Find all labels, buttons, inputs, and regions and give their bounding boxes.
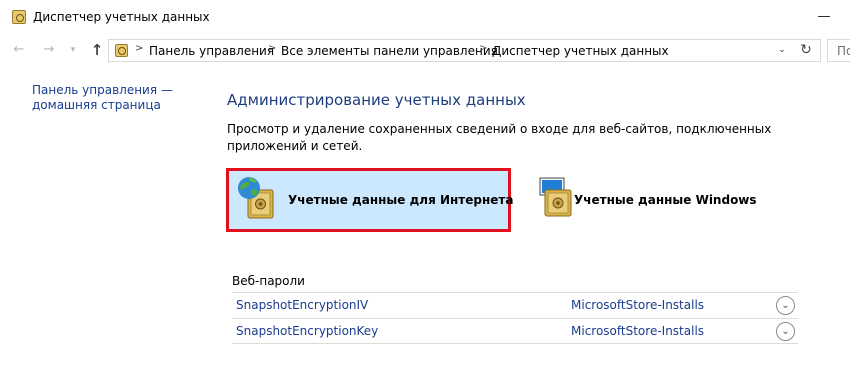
breadcrumb-all-items[interactable]: Все элементы панели управления [281,44,498,58]
web-credentials-tile[interactable]: Учетные данные для Интернета [226,168,514,232]
windows-credentials-icon [539,177,572,217]
address-bar[interactable]: > Панель управления > Все элементы панел… [108,39,821,62]
sidebar: Панель управления — домашняя страница [0,64,210,380]
arrow-right-icon[interactable]: → [40,41,58,59]
list-item[interactable]: SnapshotEncryptionKey MicrosoftStore-Ins… [232,318,798,344]
main-content: Администрирование учетных данных Просмот… [210,64,850,380]
credential-source: MicrosoftStore-Installs [571,298,705,312]
chevron-right-icon[interactable]: > [135,43,143,54]
web-credentials-label: Учетные данные для Интернета [288,193,514,207]
windows-credentials-label: Учетные данные Windows [574,193,757,207]
page-description: Просмотр и удаление сохраненных сведений… [227,122,772,153]
window-title: Диспетчер учетных данных [33,10,210,24]
list-item[interactable]: SnapshotEncryptionIV MicrosoftStore-Inst… [232,292,798,318]
credential-manager-icon [115,44,128,57]
navigation-bar: ← → ▾ ↑ > Панель управления > Все элемен… [0,36,850,64]
minimize-icon[interactable] [818,16,830,17]
search-input[interactable]: По [827,39,850,62]
breadcrumb-control-panel[interactable]: Панель управления [149,44,274,58]
arrow-left-icon[interactable]: ← [10,41,28,59]
chevron-right-icon[interactable]: > [479,43,487,54]
web-passwords-heading: Веб-пароли [232,274,305,288]
chevron-right-icon[interactable]: > [268,43,276,54]
control-panel-home-link[interactable]: Панель управления — домашняя страница [32,83,182,113]
credential-name[interactable]: SnapshotEncryptionIV [236,298,368,312]
web-credentials-icon [238,177,274,219]
expand-chevron-icon[interactable]: ⌄ [776,322,795,341]
credential-source: MicrosoftStore-Installs [571,324,705,338]
credential-name[interactable]: SnapshotEncryptionKey [236,324,378,338]
refresh-icon[interactable]: ↻ [797,42,815,60]
page-title: Администрирование учетных данных [227,91,526,109]
windows-credentials-tile[interactable]: Учетные данные Windows [536,168,766,232]
breadcrumb-credential-manager[interactable]: Диспетчер учетных данных [492,44,669,58]
search-placeholder: По [837,44,850,58]
credential-manager-icon [12,10,26,24]
chevron-down-icon[interactable]: ⌄ [775,45,789,57]
title-bar: Диспетчер учетных данных [0,0,850,34]
arrow-up-icon[interactable]: ↑ [88,41,106,59]
expand-chevron-icon[interactable]: ⌄ [776,296,795,315]
recent-locations-chevron-icon[interactable]: ▾ [64,41,82,59]
